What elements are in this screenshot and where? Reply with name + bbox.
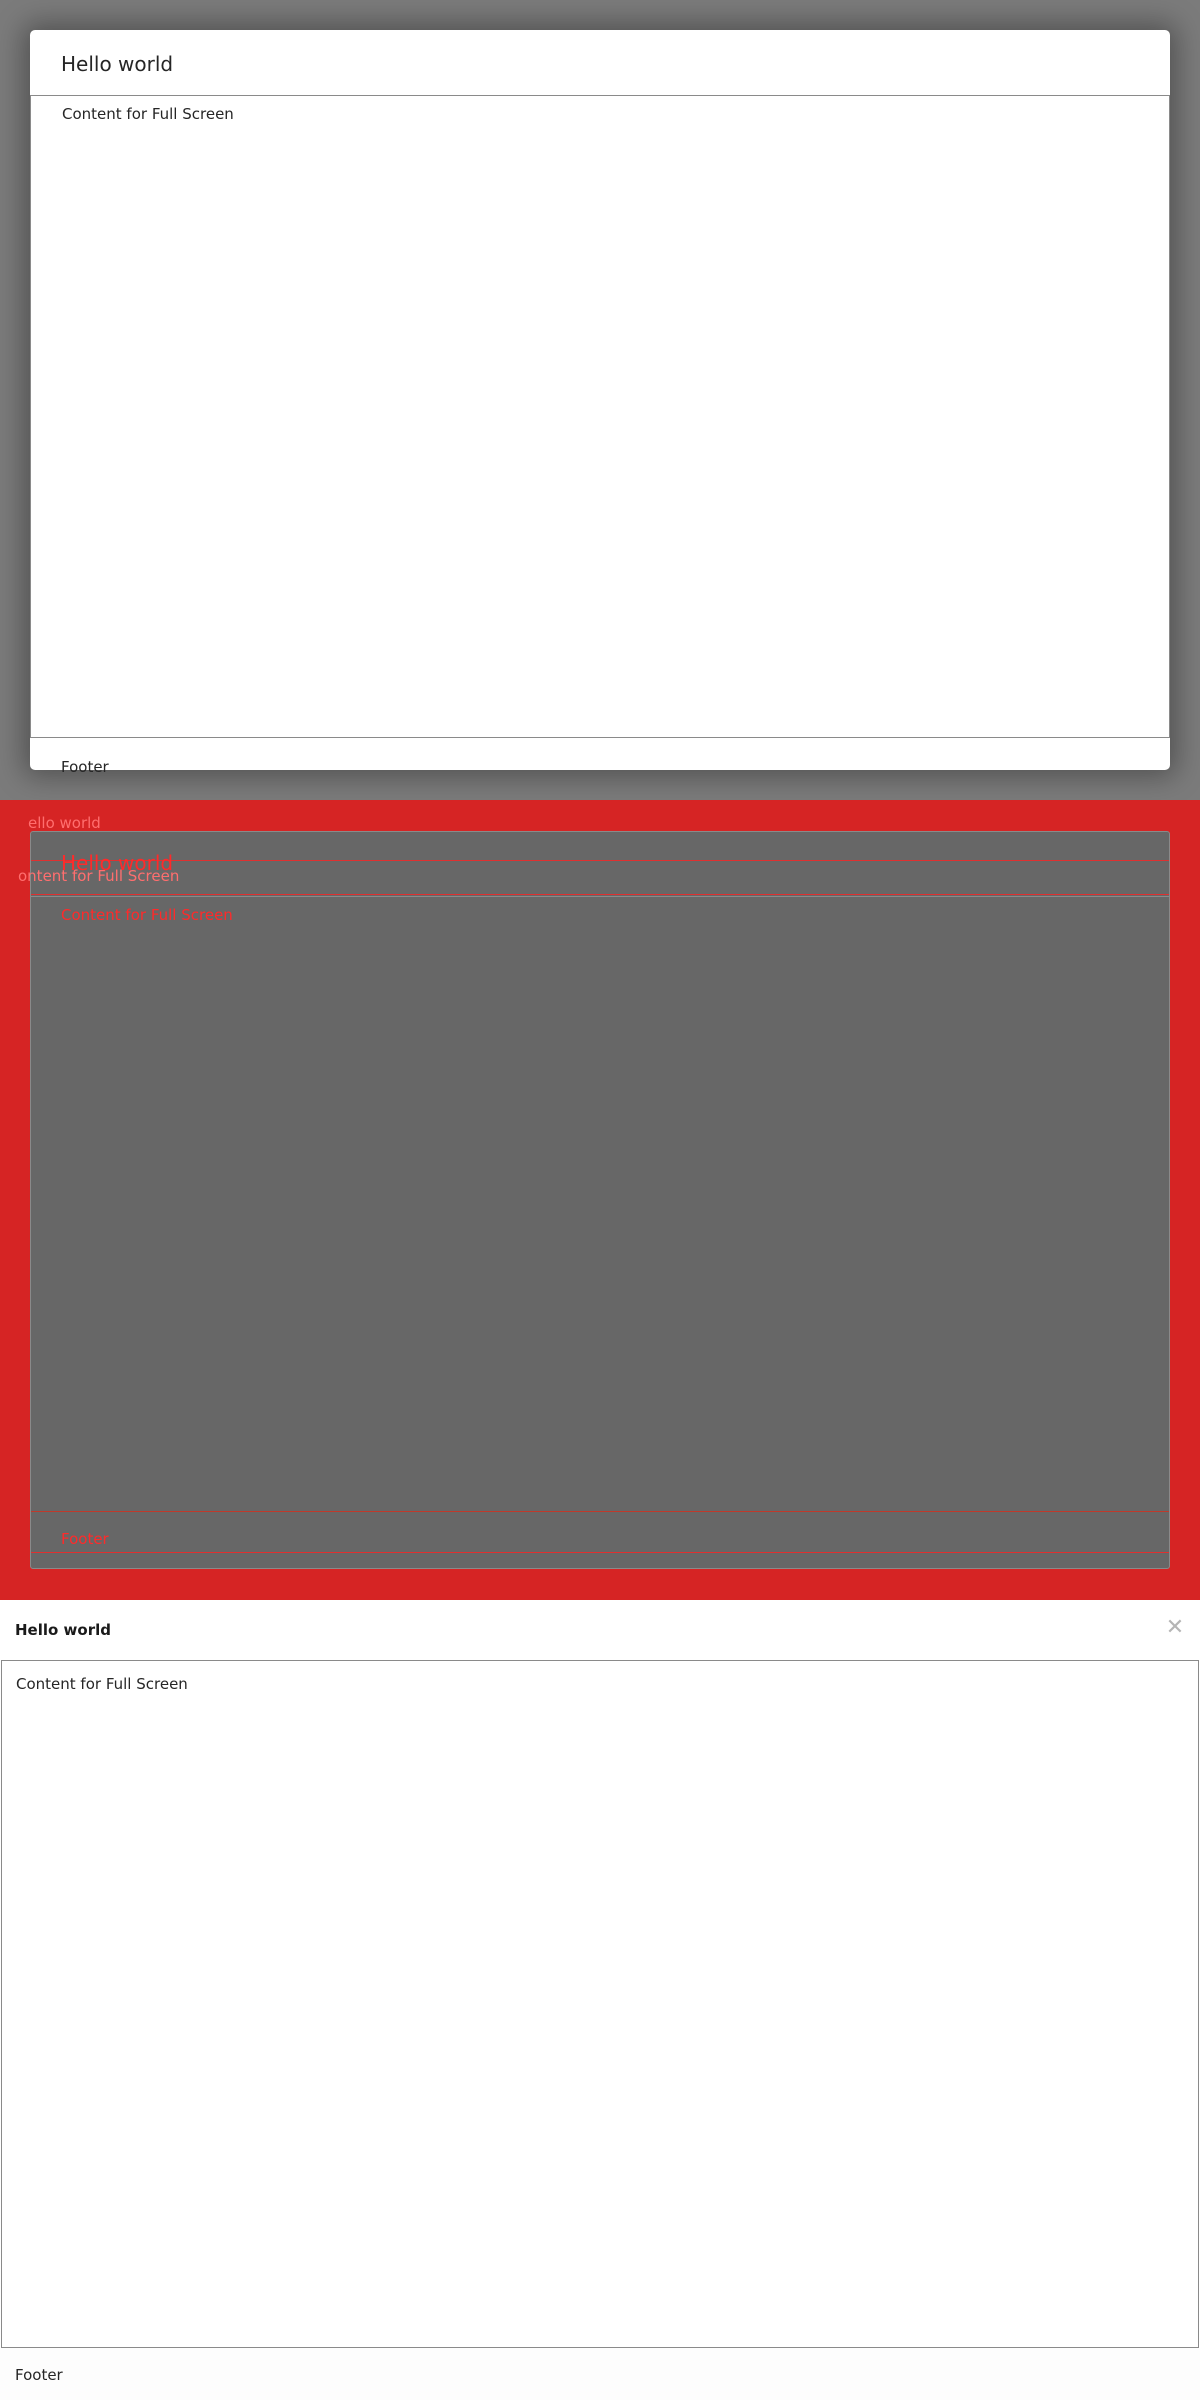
fullscreen-dialog: Hello world ✕ Content for Full Screen Fo… <box>0 1600 1200 2400</box>
modal-footer: Footer <box>30 738 1170 800</box>
modal-backdrop: Hello world Content for Full Screen Foot… <box>0 0 1200 800</box>
close-icon[interactable]: ✕ <box>1164 1617 1186 1639</box>
debug-modal-footer-text: Footer <box>61 1530 109 1548</box>
modal-header: Hello world <box>30 30 1170 95</box>
modal-dialog: Hello world Content for Full Screen Foot… <box>30 30 1170 776</box>
ghost-title-text: ello world <box>28 814 101 832</box>
modal-title: Hello world <box>61 52 174 76</box>
fullscreen-header: Hello world ✕ <box>0 1600 1200 1660</box>
modal-content-text: Content for Full Screen <box>62 105 234 123</box>
fullscreen-title: Hello world <box>15 1621 111 1639</box>
footer-guide-line <box>31 1552 1169 1553</box>
modal-body: Content for Full Screen <box>30 95 1170 738</box>
fullscreen-content-text: Content for Full Screen <box>16 1675 188 1693</box>
fullscreen-footer: Footer <box>0 2348 1200 2400</box>
header-guide-line <box>31 894 1169 895</box>
modal-footer-text: Footer <box>61 758 109 776</box>
debug-modal-content-text: Content for Full Screen <box>61 906 233 924</box>
fullscreen-footer-text: Footer <box>15 2366 63 2384</box>
fullscreen-body: Content for Full Screen <box>1 1660 1199 2348</box>
debug-overlay: ello world ontent for Full Screen Hello … <box>0 800 1200 1600</box>
debug-modal-title: Hello world <box>61 851 174 875</box>
debug-modal-body <box>31 896 1169 1512</box>
debug-modal-dialog <box>30 831 1170 1569</box>
header-guide-line <box>31 860 1169 861</box>
